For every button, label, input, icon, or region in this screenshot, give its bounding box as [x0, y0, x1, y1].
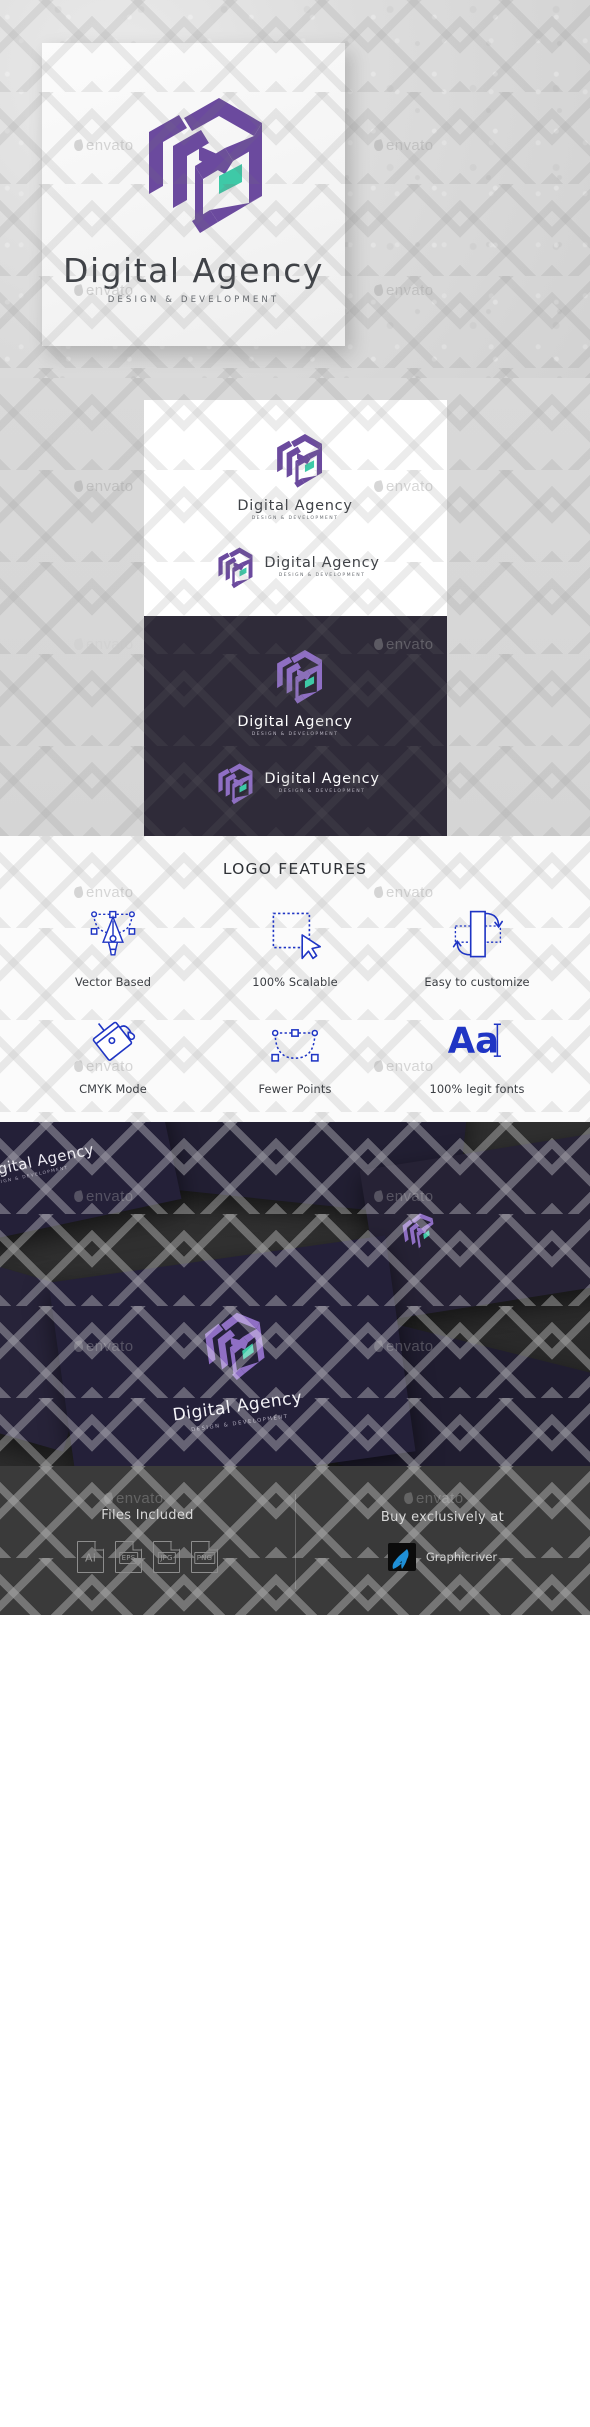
files-included-title: Files Included — [101, 1508, 194, 1523]
digital-agency-hexagon-mark — [121, 84, 267, 243]
svg-text:Aa: Aa — [448, 1021, 499, 1062]
feature-item: 100% Scalable — [204, 904, 386, 989]
footer-section: Files Included Ai EPS JPG PNG Buy exclus… — [0, 1466, 590, 1615]
buy-exclusively-title: Buy exclusively at — [380, 1510, 505, 1525]
variant-title: Digital Agency — [264, 771, 380, 787]
flip-transform-icon — [450, 904, 504, 966]
feature-label: CMYK Mode — [79, 1082, 147, 1096]
buy-exclusively-column: Buy exclusively at Graphicriver — [295, 1466, 590, 1615]
hero-brand-title: Digital Agency — [63, 251, 324, 290]
feature-label: Easy to customize — [424, 975, 530, 989]
logo-variant-horizontal-dark: Digital Agency DESIGN & DEVELOPMENT — [144, 751, 447, 816]
digital-agency-hexagon-mark — [277, 433, 323, 488]
feature-label: 100% legit fonts — [429, 1082, 525, 1096]
variant-title: Digital Agency — [237, 498, 353, 514]
feature-item: Fewer Points — [204, 1011, 386, 1096]
feature-item: Aa 100% legit fonts — [386, 1011, 568, 1096]
paint-bucket-icon — [86, 1011, 140, 1073]
digital-agency-hexagon-mark — [218, 547, 253, 589]
mockup-card-secondary: Digital Agency DESIGN & DEVELOPMENT — [0, 1122, 182, 1243]
files-included-column: Files Included Ai EPS JPG PNG — [0, 1466, 295, 1615]
digital-agency-hexagon-mark — [204, 1312, 265, 1380]
logo-features-section: LOGO FEATURES Vector Based 100% Scalable… — [0, 836, 590, 1122]
mockup-secondary-title: Digital Agency — [0, 1140, 96, 1182]
variant-title: Digital Agency — [237, 714, 353, 730]
feature-item: CMYK Mode — [22, 1011, 204, 1096]
envato-drop-icon — [72, 638, 85, 651]
logo-variants-section: Digital Agency DESIGN & DEVELOPMENT Digi… — [0, 378, 590, 836]
envato-drop-icon — [372, 886, 385, 899]
envato-drop-icon — [72, 480, 85, 493]
type-aa-icon: Aa — [446, 1011, 508, 1073]
pen-tool-icon — [86, 904, 140, 966]
features-heading: LOGO FEATURES — [222, 860, 368, 878]
variant-tagline: DESIGN & DEVELOPMENT — [251, 516, 339, 521]
variant-tagline: DESIGN & DEVELOPMENT — [278, 573, 366, 578]
graphicriver-fish-icon — [387, 1543, 416, 1571]
feature-label: Fewer Points — [258, 1082, 332, 1096]
feature-label: Vector Based — [74, 975, 152, 989]
logo-variants-light-panel: Digital Agency DESIGN & DEVELOPMENT Digi… — [143, 400, 447, 616]
eps-file-label: EPS — [118, 1552, 139, 1565]
ai-file-icon: Ai — [77, 1541, 104, 1573]
png-file-label: PNG — [193, 1552, 216, 1565]
envato-watermark: envato — [72, 478, 133, 495]
variant-title: Digital Agency — [264, 555, 380, 571]
graphicriver-label: Graphicriver — [425, 1550, 498, 1564]
business-card-mockup-section: Digital Agency DESIGN & DEVELOPMENT Digi… — [0, 1122, 590, 1466]
logo-variant-stacked-light: Digital Agency DESIGN & DEVELOPMENT — [144, 418, 447, 535]
digital-agency-hexagon-mark — [77, 1122, 83, 1123]
selection-cursor-icon — [268, 904, 322, 966]
envato-watermark: envato — [372, 884, 433, 901]
mockup-card-primary: Digital Agency DESIGN & DEVELOPMENT — [48, 1235, 416, 1466]
feature-label: 100% Scalable — [252, 975, 338, 989]
logo-variants-dark-panel: Digital Agency DESIGN & DEVELOPMENT Digi… — [143, 616, 447, 836]
png-file-icon: PNG — [191, 1541, 218, 1573]
feature-item: Easy to customize — [386, 904, 568, 989]
envato-watermark: envato — [72, 884, 133, 901]
digital-agency-hexagon-mark — [277, 649, 323, 704]
variant-tagline: DESIGN & DEVELOPMENT — [278, 789, 366, 794]
digital-agency-hexagon-mark — [402, 1213, 434, 1249]
digital-agency-hexagon-mark — [218, 763, 253, 805]
ai-file-label: Ai — [85, 1551, 96, 1565]
file-type-icons: Ai EPS JPG PNG — [77, 1541, 218, 1573]
product-preview-page: Digital Agency DESIGN & DEVELOPMENT enva… — [0, 0, 590, 1615]
features-grid: Vector Based 100% Scalable Easy to custo… — [0, 904, 590, 1096]
envato-drop-icon — [72, 886, 85, 899]
eps-file-icon: EPS — [115, 1541, 142, 1573]
jpg-file-icon: JPG — [153, 1541, 180, 1573]
envato-watermark: envato — [72, 636, 133, 653]
logo-variant-horizontal-light: Digital Agency DESIGN & DEVELOPMENT — [144, 535, 447, 600]
feature-item: Vector Based — [22, 904, 204, 989]
jpg-file-label: JPG — [157, 1552, 176, 1565]
bezier-curve-icon — [268, 1011, 322, 1073]
graphicriver-link[interactable]: Graphicriver — [387, 1543, 498, 1571]
variant-tagline: DESIGN & DEVELOPMENT — [251, 732, 339, 737]
hero-logo-card: Digital Agency DESIGN & DEVELOPMENT — [42, 43, 345, 346]
hero-brand-tagline: DESIGN & DEVELOPMENT — [107, 295, 280, 305]
hero-section: Digital Agency DESIGN & DEVELOPMENT enva… — [0, 0, 590, 378]
logo-variant-stacked-dark: Digital Agency DESIGN & DEVELOPMENT — [144, 634, 447, 751]
